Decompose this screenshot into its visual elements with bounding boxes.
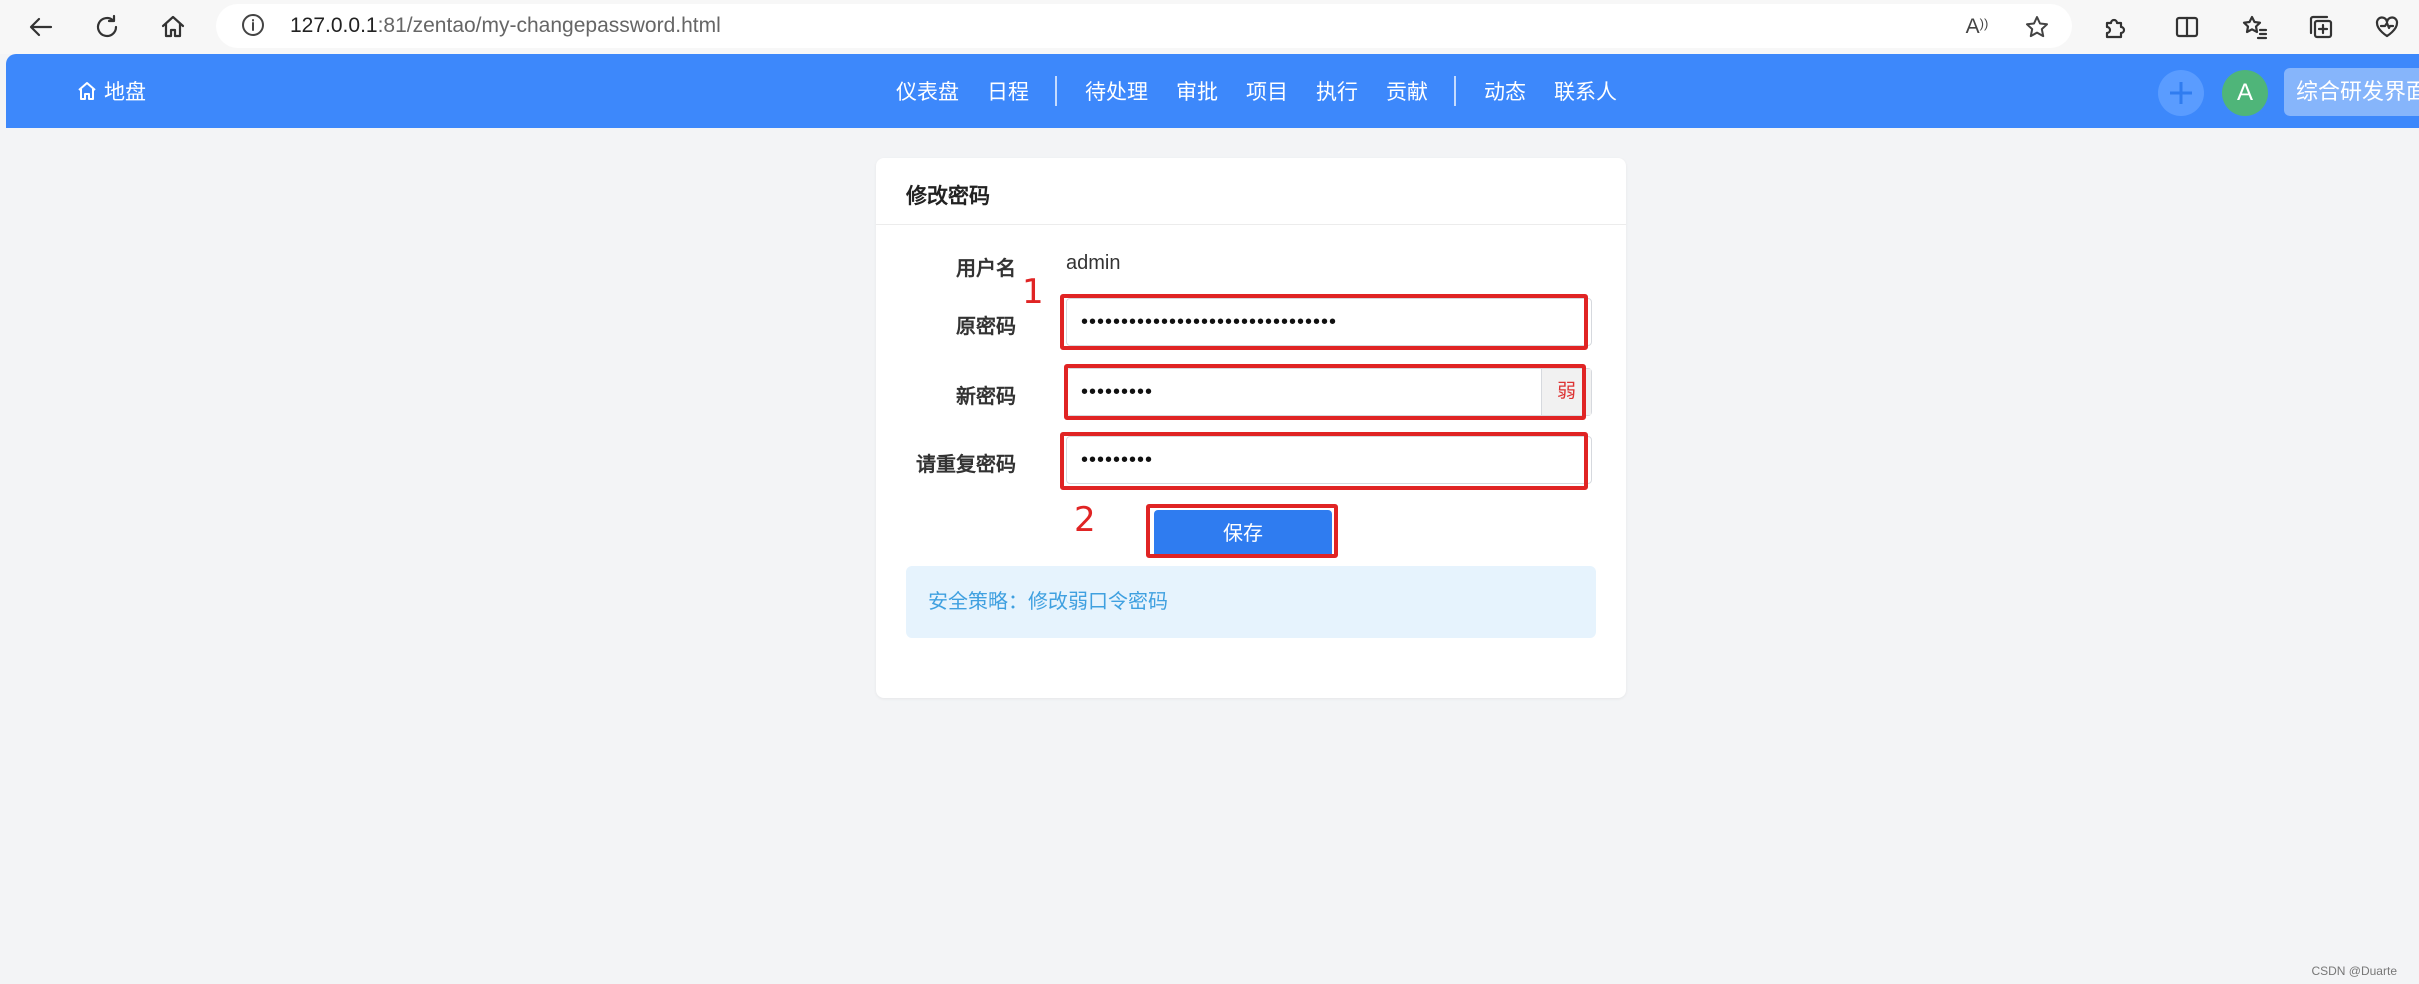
nav-item-contribution[interactable]: 贡献	[1386, 76, 1428, 106]
nav-item-calendar[interactable]: 日程	[987, 76, 1029, 106]
username-value: admin	[1066, 252, 1121, 274]
annotation-box-repeat-password	[1060, 432, 1588, 490]
url-text[interactable]: 127.0.0.1:81/zentao/my-changepassword.ht…	[290, 14, 721, 38]
read-aloud-glyph: A	[1965, 15, 1980, 38]
create-plus-button[interactable]	[2158, 70, 2204, 116]
nav-item-execution[interactable]: 执行	[1316, 76, 1358, 106]
nav-separator	[1454, 76, 1456, 106]
reload-icon[interactable]	[90, 10, 124, 44]
collections-icon[interactable]	[2304, 10, 2338, 44]
repeat-password-label: 请重复密码	[916, 454, 1016, 476]
extensions-icon[interactable]	[2098, 10, 2132, 44]
nav-separator	[1055, 76, 1057, 106]
annotation-box-new-password	[1064, 364, 1586, 420]
change-password-card: 修改密码 用户名 admin 原密码 •••••••••••••••••••••…	[876, 158, 1626, 698]
annotation-box-save	[1146, 504, 1338, 558]
card-title: 修改密码	[906, 185, 990, 208]
split-screen-icon[interactable]	[2170, 10, 2204, 44]
card-divider	[876, 224, 1626, 225]
nav-item-dashboard[interactable]: 仪表盘	[896, 76, 959, 106]
favorite-star-icon[interactable]	[2022, 12, 2052, 42]
read-aloud-icon[interactable]: A))	[1962, 12, 1992, 42]
user-avatar[interactable]: A	[2222, 70, 2268, 116]
browser-toolbar: 127.0.0.1:81/zentao/my-changepassword.ht…	[0, 0, 2419, 54]
new-password-label: 新密码	[956, 386, 1016, 408]
home-icon[interactable]	[156, 10, 190, 44]
watermark: CSDN @Duarte	[2311, 964, 2397, 978]
home-icon	[78, 82, 96, 100]
annotation-step-2: 2	[1074, 500, 1096, 540]
nav-item-todo[interactable]: 待处理	[1085, 76, 1148, 106]
back-icon[interactable]	[24, 10, 58, 44]
nav-item-contacts[interactable]: 联系人	[1554, 76, 1617, 106]
url-host: 127.0.0.1	[290, 14, 378, 37]
annotation-step-1: 1	[1022, 272, 1044, 312]
nav-brand-dashboard[interactable]: 地盘	[76, 76, 146, 106]
nav-item-project[interactable]: 项目	[1246, 76, 1288, 106]
annotation-box-old-password	[1060, 294, 1588, 350]
plus-icon	[2170, 82, 2192, 104]
url-path: :81/zentao/my-changepassword.html	[377, 14, 721, 37]
main-nav: 仪表盘 日程 待处理 审批 项目 执行 贡献 动态 联系人	[896, 76, 1645, 106]
address-bar[interactable]: 127.0.0.1:81/zentao/my-changepassword.ht…	[216, 4, 2072, 48]
username-label: 用户名	[956, 258, 1016, 280]
brand-label: 地盘	[104, 81, 146, 104]
site-info-icon[interactable]	[240, 12, 268, 40]
security-policy-notice: 安全策略：修改弱口令密码	[906, 566, 1596, 638]
workspace-switcher[interactable]: 综合研发界面	[2284, 68, 2419, 116]
app-navbar: 地盘 仪表盘 日程 待处理 审批 项目 执行 贡献 动态 联系人 A 综合研发界…	[6, 54, 2419, 128]
nav-item-dynamic[interactable]: 动态	[1484, 76, 1526, 106]
browser-essentials-icon[interactable]	[2370, 10, 2404, 44]
favorites-icon[interactable]	[2238, 10, 2272, 44]
nav-item-approval[interactable]: 审批	[1176, 76, 1218, 106]
old-password-label: 原密码	[956, 316, 1016, 338]
